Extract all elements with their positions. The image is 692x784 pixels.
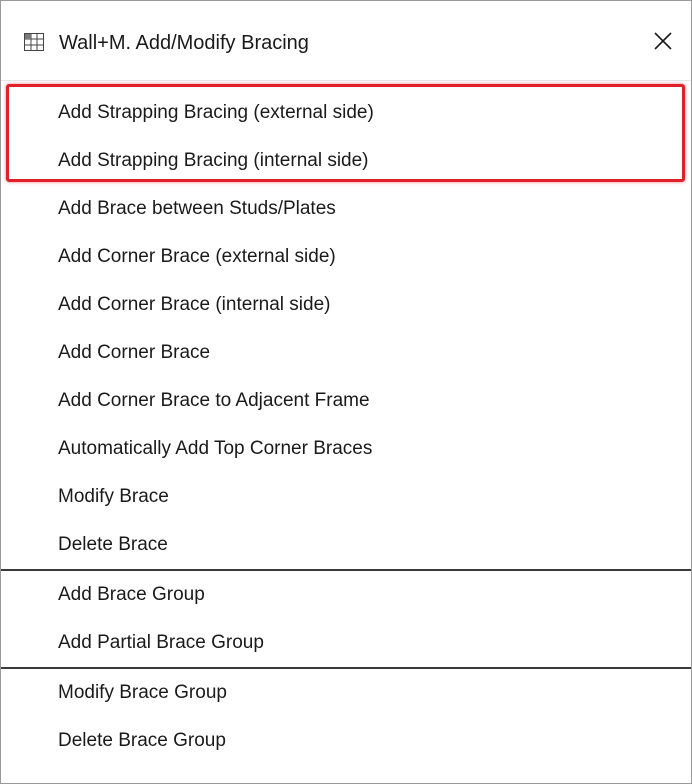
menu-item-add-corner-brace-adjacent[interactable]: Add Corner Brace to Adjacent Frame (1, 377, 691, 425)
menu-item-delete-brace[interactable]: Delete Brace (1, 521, 691, 569)
title-separator (1, 80, 691, 81)
menu-item-modify-brace-group[interactable]: Modify Brace Group (1, 669, 691, 717)
title-bar: Wall+M. Add/Modify Bracing (1, 1, 691, 81)
close-icon[interactable] (653, 31, 673, 56)
close-button[interactable] (643, 23, 683, 63)
grid-table-icon (24, 33, 44, 51)
menu-item-add-partial-brace-group[interactable]: Add Partial Brace Group (1, 619, 691, 667)
menu-item-add-strapping-external[interactable]: Add Strapping Bracing (external side) (1, 89, 691, 137)
menu-item-add-brace-group[interactable]: Add Brace Group (1, 571, 691, 619)
window-title: Wall+M. Add/Modify Bracing (59, 32, 309, 54)
menu-item-add-corner-brace[interactable]: Add Corner Brace (1, 329, 691, 377)
dialog-window: Wall+M. Add/Modify Bracing Add Strapping… (0, 0, 692, 784)
menu-item-auto-add-top-corner-braces[interactable]: Automatically Add Top Corner Braces (1, 425, 691, 473)
bracing-menu: Add Strapping Bracing (external side) Ad… (1, 89, 691, 765)
menu-item-delete-brace-group[interactable]: Delete Brace Group (1, 717, 691, 765)
menu-item-add-strapping-internal[interactable]: Add Strapping Bracing (internal side) (1, 137, 691, 185)
menu-item-add-corner-brace-internal[interactable]: Add Corner Brace (internal side) (1, 281, 691, 329)
menu-item-modify-brace[interactable]: Modify Brace (1, 473, 691, 521)
menu-item-add-corner-brace-external[interactable]: Add Corner Brace (external side) (1, 233, 691, 281)
menu-item-add-brace-between-studs[interactable]: Add Brace between Studs/Plates (1, 185, 691, 233)
